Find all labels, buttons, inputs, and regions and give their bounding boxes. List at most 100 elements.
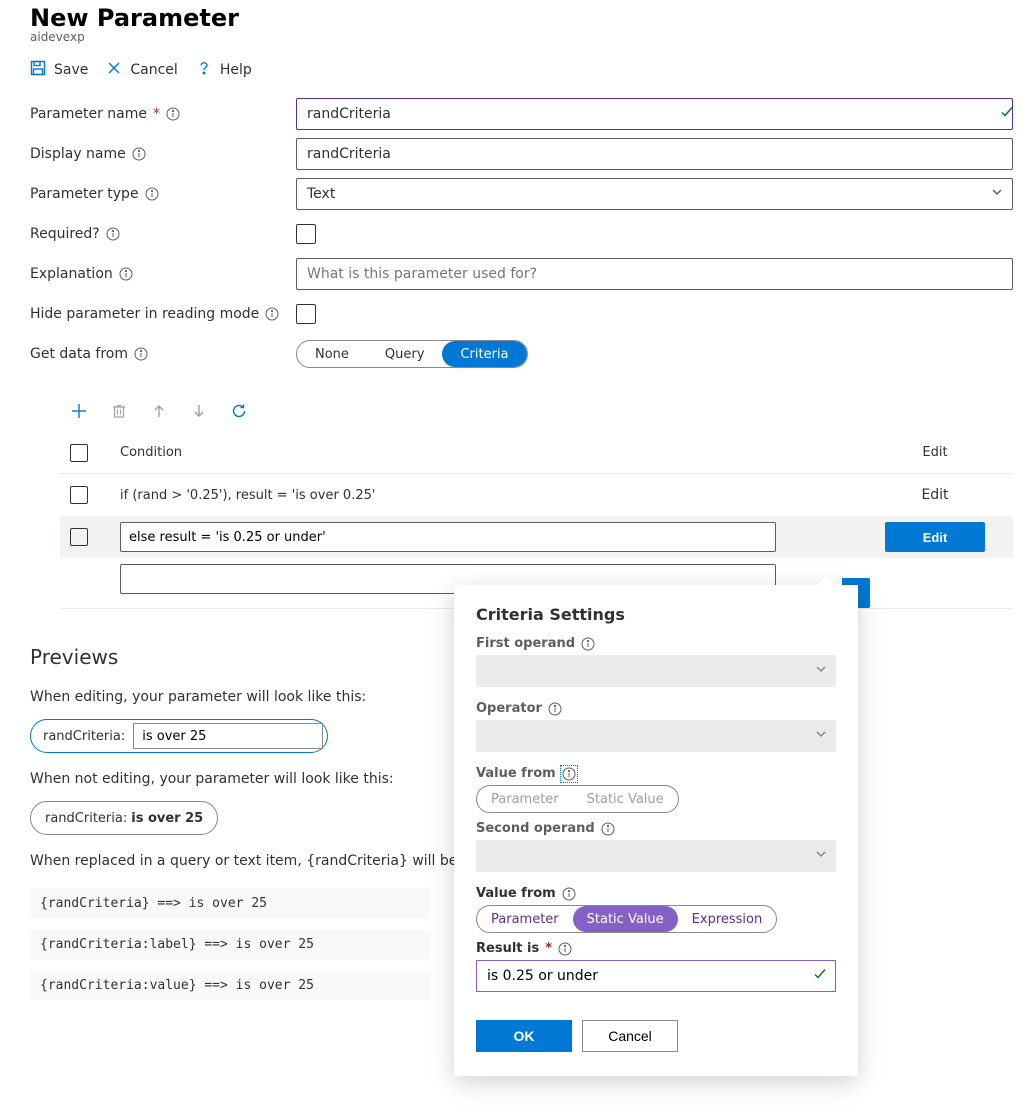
label-text: Explanation xyxy=(30,266,113,282)
row-hide-parameter: Hide parameter in reading mode xyxy=(30,294,1023,334)
label-value-from-a: Value from xyxy=(476,766,836,781)
label-text: Second operand xyxy=(476,821,595,836)
label-text: Result is xyxy=(476,941,539,956)
label-first-operand: First operand xyxy=(476,636,836,651)
hide-checkbox[interactable] xyxy=(296,304,316,324)
select-value: Text xyxy=(307,186,335,202)
criteria-table: Condition Edit if (rand > '0.25'), resul… xyxy=(60,432,1013,600)
ok-button[interactable]: OK xyxy=(476,1020,572,1052)
second-operand-select[interactable] xyxy=(476,840,836,872)
parameter-name-input[interactable] xyxy=(296,98,1013,130)
code-preview-3: {randCriteria:value} ==> is over 25 xyxy=(30,971,430,1000)
display-name-input[interactable] xyxy=(296,138,1013,170)
preview-input[interactable] xyxy=(133,723,323,749)
editing-preview: randCriteria: xyxy=(30,719,328,753)
label-text: Get data from xyxy=(30,346,128,362)
preview-label: randCriteria: xyxy=(43,729,125,744)
edit-link[interactable]: Edit xyxy=(921,487,948,503)
label-hide-parameter: Hide parameter in reading mode xyxy=(30,306,296,322)
info-icon[interactable] xyxy=(548,702,562,716)
operator-select[interactable] xyxy=(476,720,836,752)
notediting-preview: randCriteria: is over 25 xyxy=(30,801,218,835)
pill-parameter[interactable]: Parameter xyxy=(477,906,573,932)
refresh-button[interactable] xyxy=(230,402,248,420)
toolbar: Save Cancel Help xyxy=(30,54,1023,94)
cancel-button[interactable]: Cancel xyxy=(582,1020,678,1052)
move-up-button xyxy=(150,402,168,420)
pill-parameter[interactable]: Parameter xyxy=(477,786,573,812)
pill-criteria[interactable]: Criteria xyxy=(442,341,526,367)
cancel-button[interactable]: Cancel xyxy=(106,60,177,80)
info-icon[interactable] xyxy=(581,637,595,651)
page-subtitle: aidevexp xyxy=(30,30,1023,44)
check-icon xyxy=(812,966,828,986)
help-label: Help xyxy=(220,62,252,78)
select-all-checkbox[interactable] xyxy=(70,444,88,462)
info-icon[interactable] xyxy=(265,307,279,321)
criteria-settings-popover: Criteria Settings First operand Operator… xyxy=(454,585,858,1076)
label-text: Required? xyxy=(30,226,100,242)
row-explanation: Explanation xyxy=(30,254,1023,294)
info-icon[interactable] xyxy=(558,942,572,956)
row-parameter-type: Parameter type Text xyxy=(30,174,1023,214)
result-is-input[interactable] xyxy=(476,960,836,992)
label-display-name: Display name xyxy=(30,146,296,162)
close-icon xyxy=(106,60,122,80)
help-button[interactable]: Help xyxy=(196,60,252,80)
label-operator: Operator xyxy=(476,701,836,716)
header: New Parameter aidevexp xyxy=(30,0,1023,54)
criteria-row-selected: Edit xyxy=(60,516,1013,558)
move-down-button xyxy=(190,402,208,420)
chevron-down-icon xyxy=(814,847,828,865)
info-icon[interactable] xyxy=(145,187,159,201)
label-text: Display name xyxy=(30,146,126,162)
explanation-input[interactable] xyxy=(296,258,1013,290)
pill-none[interactable]: None xyxy=(297,341,367,367)
label-required: Required? xyxy=(30,226,296,242)
label-text: Value from xyxy=(476,886,556,901)
row-checkbox[interactable] xyxy=(70,486,88,504)
check-icon xyxy=(999,104,1015,124)
required-asterisk: * xyxy=(545,941,552,956)
required-asterisk: * xyxy=(153,106,160,122)
get-data-pills: None Query Criteria xyxy=(296,340,528,368)
info-icon[interactable] xyxy=(562,887,576,901)
label-explanation: Explanation xyxy=(30,266,296,282)
pill-static-value[interactable]: Static Value xyxy=(573,906,678,932)
cancel-label: Cancel xyxy=(130,62,177,78)
add-button[interactable] xyxy=(70,402,88,420)
save-button[interactable]: Save xyxy=(30,60,88,80)
pill-static-value[interactable]: Static Value xyxy=(573,786,678,812)
info-icon[interactable] xyxy=(166,107,180,121)
info-icon[interactable] xyxy=(132,147,146,161)
required-checkbox[interactable] xyxy=(296,224,316,244)
label-text: Hide parameter in reading mode xyxy=(30,306,259,322)
pill-query[interactable]: Query xyxy=(367,341,443,367)
popover-title: Criteria Settings xyxy=(476,605,836,624)
condition-input[interactable] xyxy=(120,522,776,552)
label-parameter-type: Parameter type xyxy=(30,186,296,202)
edit-button[interactable]: Edit xyxy=(885,522,985,552)
value-from-pills-b: Parameter Static Value Expression xyxy=(476,905,777,933)
pill-expression[interactable]: Expression xyxy=(678,906,777,932)
code-preview-1: {randCriteria} ==> is over 25 xyxy=(30,889,430,918)
code-preview-2: {randCriteria:label} ==> is over 25 xyxy=(30,930,430,959)
info-icon[interactable] xyxy=(106,227,120,241)
parameter-type-select[interactable]: Text xyxy=(296,178,1013,210)
info-icon[interactable] xyxy=(562,767,576,781)
label-parameter-name: Parameter name * xyxy=(30,106,296,122)
row-checkbox[interactable] xyxy=(70,528,88,546)
value-from-pills-a: Parameter Static Value xyxy=(476,785,679,813)
info-icon[interactable] xyxy=(119,267,133,281)
first-operand-select[interactable] xyxy=(476,655,836,687)
label-second-operand: Second operand xyxy=(476,821,836,836)
row-parameter-name: Parameter name * xyxy=(30,94,1023,134)
info-icon[interactable] xyxy=(134,347,148,361)
chevron-down-icon xyxy=(990,185,1004,203)
info-icon[interactable] xyxy=(601,822,615,836)
preview-value: is over 25 xyxy=(131,811,203,826)
condition-text: if (rand > '0.25'), result = 'is over 0.… xyxy=(120,488,865,503)
label-text: Parameter type xyxy=(30,186,139,202)
save-icon xyxy=(30,60,46,80)
chevron-down-icon xyxy=(814,727,828,745)
